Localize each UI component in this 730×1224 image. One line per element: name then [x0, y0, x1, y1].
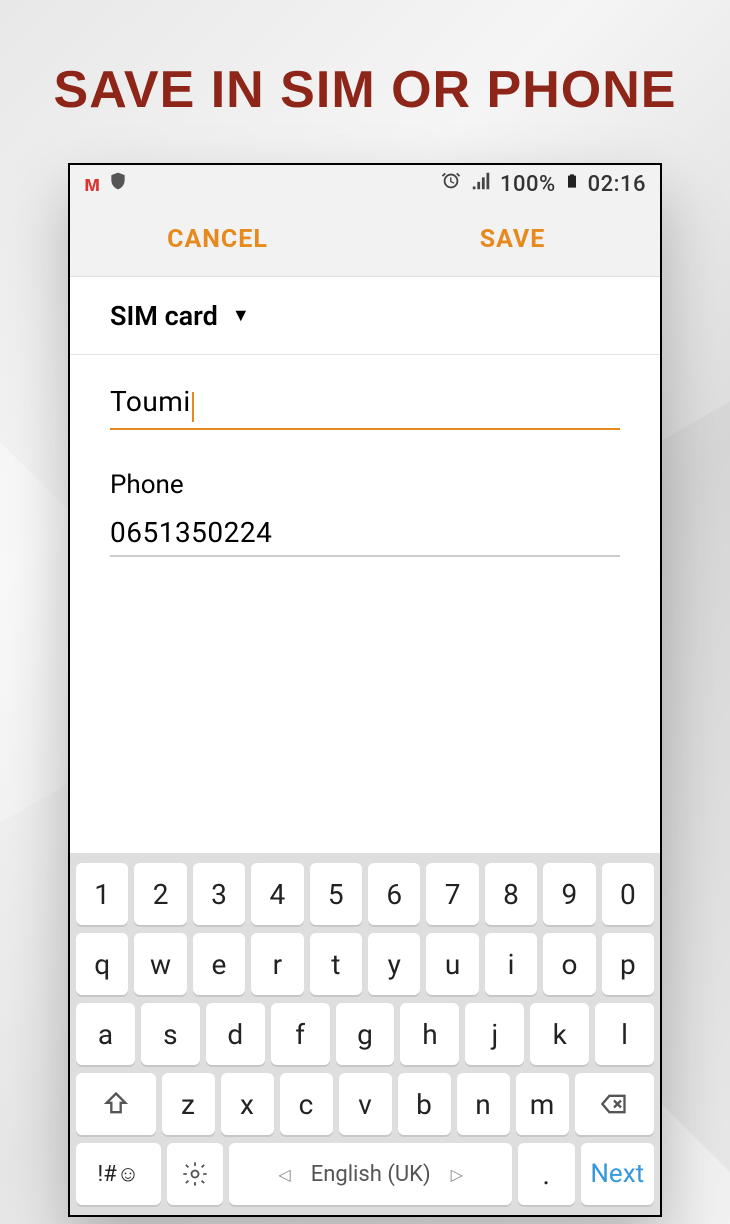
- settings-key[interactable]: [167, 1143, 224, 1205]
- key-7[interactable]: 7: [426, 863, 478, 925]
- key-g[interactable]: g: [336, 1003, 395, 1065]
- storage-label: SIM card: [110, 300, 218, 332]
- key-e[interactable]: e: [193, 933, 245, 995]
- shift-key[interactable]: [76, 1073, 156, 1135]
- key-5[interactable]: 5: [310, 863, 362, 925]
- key-o[interactable]: o: [543, 933, 595, 995]
- key-n[interactable]: n: [457, 1073, 510, 1135]
- key-s[interactable]: s: [141, 1003, 200, 1065]
- promo-title: Save in SIM or Phone: [0, 60, 730, 120]
- key-d[interactable]: d: [206, 1003, 265, 1065]
- phone-input[interactable]: 0651350224: [110, 516, 620, 557]
- key-m[interactable]: m: [516, 1073, 569, 1135]
- soft-keyboard: 1234567890 qwertyuiop asdfghjkl zxcvbnm …: [70, 853, 660, 1215]
- text-cursor: [192, 392, 194, 422]
- symbols-key[interactable]: !#☺: [76, 1143, 161, 1205]
- name-input[interactable]: Toumi: [110, 385, 620, 430]
- name-value: Toumi: [110, 385, 191, 418]
- key-0[interactable]: 0: [602, 863, 654, 925]
- key-9[interactable]: 9: [543, 863, 595, 925]
- space-key[interactable]: ◁ English (UK) ▷: [229, 1143, 512, 1205]
- key-p[interactable]: p: [602, 933, 654, 995]
- chevron-down-icon: ▼: [232, 305, 250, 326]
- shield-icon: [108, 171, 128, 197]
- key-w[interactable]: w: [134, 933, 186, 995]
- key-t[interactable]: t: [310, 933, 362, 995]
- key-z[interactable]: z: [162, 1073, 215, 1135]
- phone-label: Phone: [110, 470, 620, 500]
- save-button[interactable]: SAVE: [365, 203, 660, 276]
- key-8[interactable]: 8: [485, 863, 537, 925]
- key-y[interactable]: y: [368, 933, 420, 995]
- action-bar: CANCEL SAVE: [70, 203, 660, 277]
- key-k[interactable]: k: [530, 1003, 589, 1065]
- phone-value: 0651350224: [110, 516, 272, 549]
- period-key[interactable]: .: [518, 1143, 575, 1205]
- key-1[interactable]: 1: [76, 863, 128, 925]
- key-6[interactable]: 6: [368, 863, 420, 925]
- key-j[interactable]: j: [465, 1003, 524, 1065]
- key-i[interactable]: i: [485, 933, 537, 995]
- alarm-icon: [440, 170, 462, 198]
- clock: 02:16: [588, 172, 646, 197]
- battery-percent: 100%: [500, 172, 556, 197]
- key-3[interactable]: 3: [193, 863, 245, 925]
- key-c[interactable]: c: [280, 1073, 333, 1135]
- status-bar: ᴍ 100% 02:16: [70, 165, 660, 203]
- next-key[interactable]: Next: [581, 1143, 654, 1205]
- app-icon: ᴍ: [84, 171, 100, 197]
- phone-frame: ᴍ 100% 02:16 CANCEL SAVE SIM card ▼: [68, 163, 662, 1217]
- battery-icon: [564, 169, 580, 199]
- key-u[interactable]: u: [426, 933, 478, 995]
- key-r[interactable]: r: [251, 933, 303, 995]
- key-v[interactable]: v: [339, 1073, 392, 1135]
- key-b[interactable]: b: [398, 1073, 451, 1135]
- key-4[interactable]: 4: [251, 863, 303, 925]
- key-h[interactable]: h: [400, 1003, 459, 1065]
- backspace-key[interactable]: [575, 1073, 655, 1135]
- keyboard-language: English (UK): [311, 1162, 431, 1187]
- key-x[interactable]: x: [221, 1073, 274, 1135]
- cancel-button[interactable]: CANCEL: [70, 203, 365, 276]
- storage-selector[interactable]: SIM card ▼: [70, 277, 660, 355]
- key-l[interactable]: l: [595, 1003, 654, 1065]
- signal-icon: [470, 170, 492, 198]
- next-lang-icon: ▷: [451, 1165, 463, 1184]
- key-f[interactable]: f: [271, 1003, 330, 1065]
- key-2[interactable]: 2: [134, 863, 186, 925]
- prev-lang-icon: ◁: [278, 1165, 290, 1184]
- key-q[interactable]: q: [76, 933, 128, 995]
- form-area: Toumi Phone 0651350224: [70, 355, 660, 597]
- key-a[interactable]: a: [76, 1003, 135, 1065]
